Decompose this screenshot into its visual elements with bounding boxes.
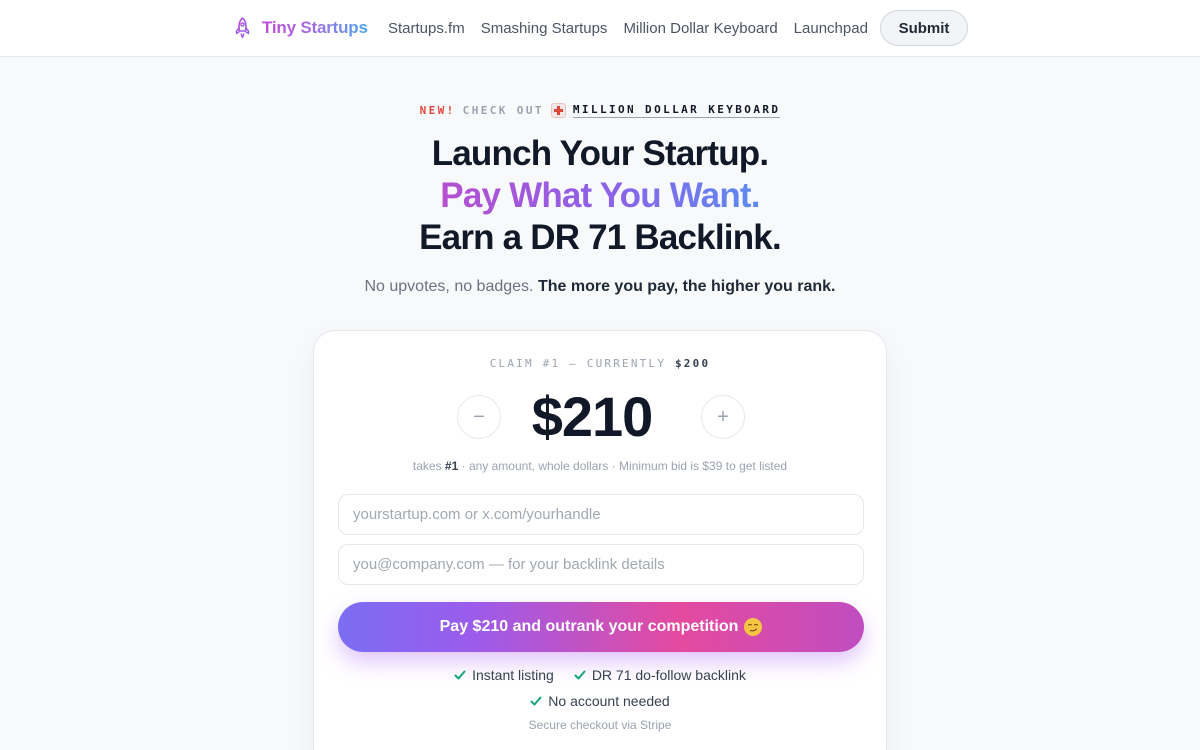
hero-line-1: Launch Your Startup. [431, 134, 769, 173]
hint-takes: takes [412, 459, 442, 473]
subtitle-bold: The more you pay, the higher you rank. [537, 278, 836, 295]
keyboard-badge-icon [550, 103, 566, 118]
feature-label: Instant listing [472, 667, 554, 683]
bid-card: CLAIM #1 — CURRENTLY $200 − $210 + takes… [313, 330, 887, 750]
pay-button[interactable]: Pay $210 and outrank your competition [338, 602, 864, 652]
new-tag: NEW! [419, 104, 456, 117]
nav-link-smashing-startups[interactable]: Smashing Startups [481, 20, 608, 37]
hero-line-3: Earn a DR 71 Backlink. [419, 218, 782, 257]
brand-logo-link[interactable]: Tiny Startups [233, 17, 368, 39]
brand-name: Tiny Startups [262, 18, 368, 37]
feature-list-row-2: No account needed [314, 693, 886, 709]
feature-label: DR 71 do-follow backlink [591, 667, 746, 683]
check-icon [530, 696, 542, 706]
feature-item: No account needed [530, 693, 670, 709]
hero-line-2: Pay What You Want. [0, 175, 1200, 217]
submit-button[interactable]: Submit [880, 10, 968, 46]
feature-list: Instant listing DR 71 do-follow backlink [314, 667, 886, 683]
nav-link-launchpad[interactable]: Launchpad [794, 20, 868, 37]
pay-button-label: Pay $210 and outrank your competition [439, 618, 739, 635]
million-dollar-keyboard-link[interactable]: MILLION DOLLAR KEYBOARD [572, 103, 781, 118]
email-input[interactable] [338, 544, 864, 585]
claim-current-price: $200 [674, 357, 711, 370]
check-icon [574, 670, 586, 680]
hero-subtitle: No upvotes, no badges. The more you pay,… [0, 278, 1200, 296]
secure-checkout-note: Secure checkout via Stripe [528, 718, 672, 732]
feature-label: No account needed [548, 693, 670, 709]
top-navigation-bar: Tiny Startups Startups.fm Smashing Start… [0, 0, 1200, 57]
feature-item: DR 71 do-follow backlink [574, 667, 746, 683]
startup-url-input[interactable] [338, 494, 864, 535]
subtitle-plain: No upvotes, no badges. [364, 278, 534, 295]
rocket-icon [235, 17, 250, 39]
smirk-emoji-icon [744, 618, 763, 636]
main-nav: Startups.fm Smashing Startups Million Do… [388, 19, 868, 37]
claim-status: CLAIM #1 — CURRENTLY $200 [314, 357, 886, 370]
nav-link-startups-fm[interactable]: Startups.fm [388, 20, 465, 37]
hero-section: Launch Your Startup. Pay What You Want. … [0, 133, 1200, 259]
price-stepper: − $210 + [314, 385, 886, 449]
decrease-price-button[interactable]: − [457, 395, 501, 439]
price-hint: takes #1 · any amount, whole dollars · M… [314, 459, 886, 473]
announcement-banner: NEW! CHECK OUT MILLION DOLLAR KEYBOARD [0, 103, 1200, 118]
hero-gradient-text: Pay What You Want. [440, 176, 760, 215]
price-amount: $210 [531, 385, 654, 448]
check-icon [454, 670, 466, 680]
nav-link-million-dollar-keyboard[interactable]: Million Dollar Keyboard [623, 20, 777, 37]
feature-item: Instant listing [454, 667, 554, 683]
claim-prefix: CLAIM #1 — CURRENTLY [489, 357, 667, 370]
increase-price-button[interactable]: + [701, 395, 745, 439]
check-out-text: CHECK OUT [462, 104, 544, 117]
hint-rest: · any amount, whole dollars · Minimum bi… [461, 459, 788, 473]
hint-rank: #1 [444, 459, 459, 473]
